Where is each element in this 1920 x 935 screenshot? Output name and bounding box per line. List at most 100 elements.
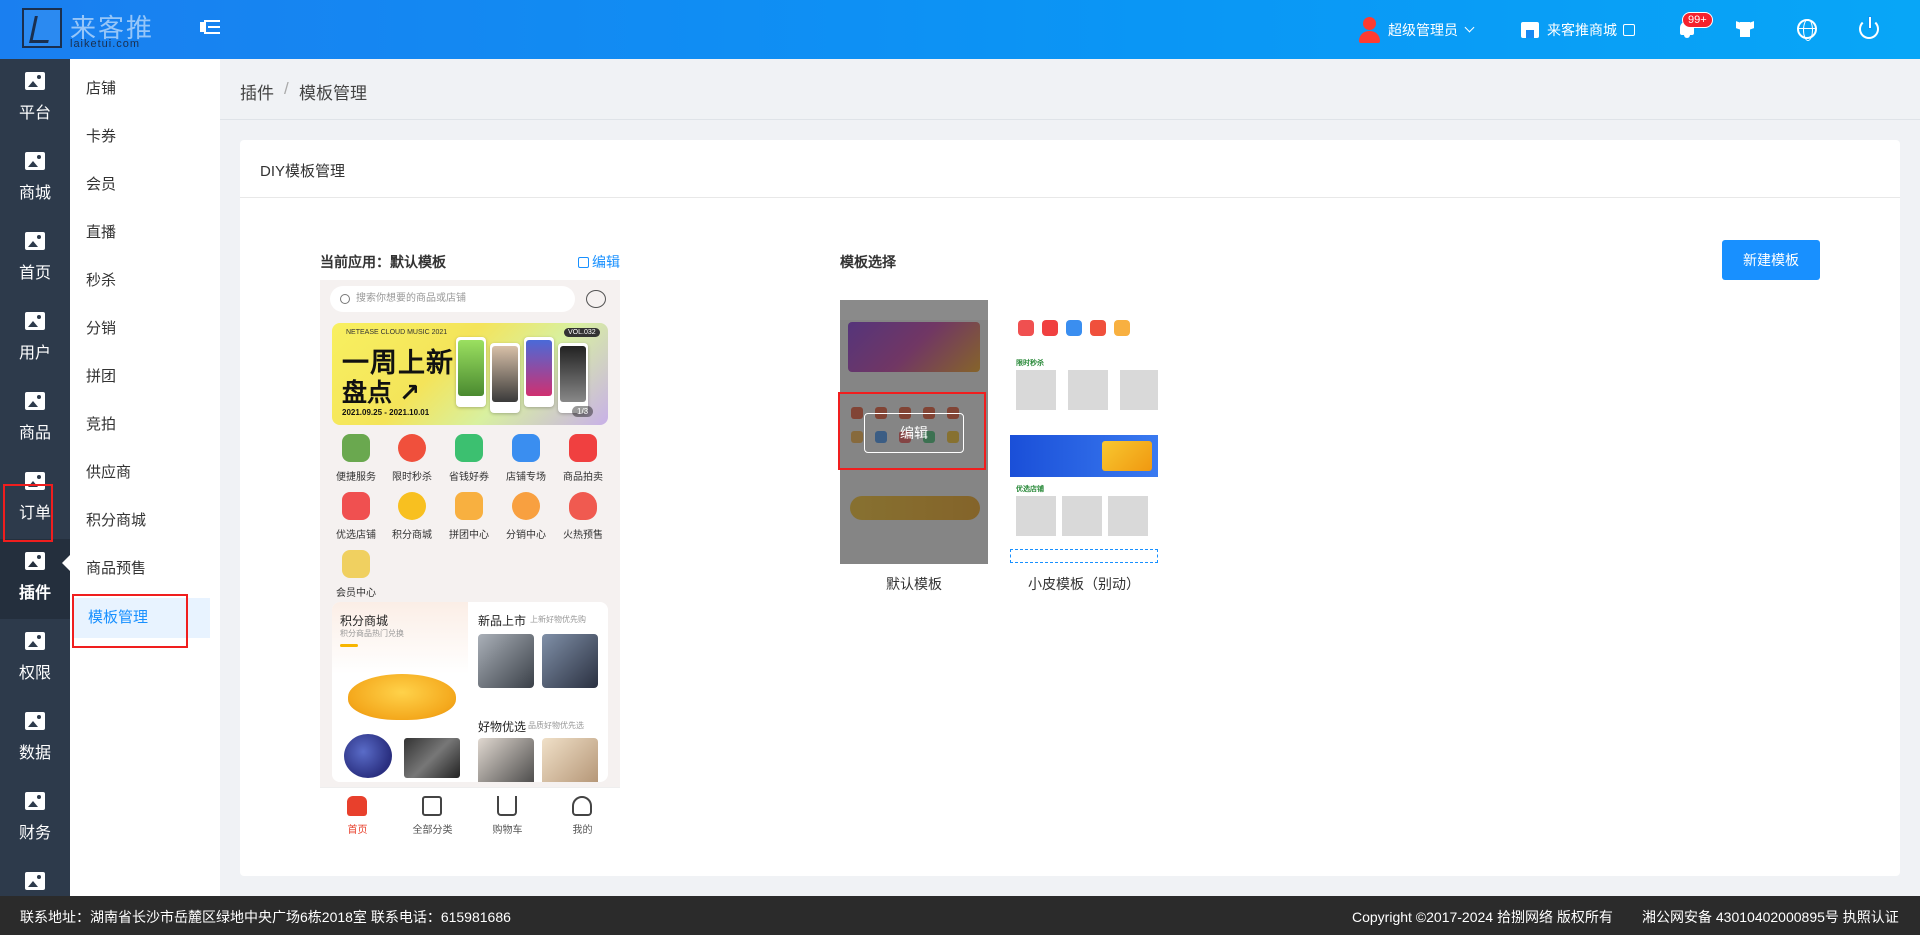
grid-label: 店铺专场 <box>506 472 546 483</box>
thumb-image-placeholder <box>1062 496 1102 536</box>
sub-item-distribution[interactable]: 分销 <box>70 309 210 349</box>
preview-banner: NETEASE CLOUD MUSIC 2021 VOL.032 一周上新 盘点… <box>332 323 608 425</box>
grid-item: 商品拍卖 <box>555 434 611 492</box>
product-thumb <box>542 738 598 782</box>
active-nav-highlight <box>3 484 53 542</box>
preview-promo-block: 积分商城 积分商品热门兑换 新品上市 上新好物优先购 好物优选 品质好物优先选 <box>332 602 608 782</box>
tab-label: 首页 <box>347 825 368 836</box>
nav-label: 数据 <box>18 745 51 762</box>
banner-date: 2021.09.25 - 2021.10.01 <box>342 408 430 417</box>
image-icon <box>25 792 45 810</box>
sub-item-store[interactable]: 店铺 <box>70 69 210 109</box>
nav-item-finance[interactable]: 财务 <box>0 779 70 859</box>
breadcrumb-parent[interactable]: 插件 <box>240 79 274 104</box>
grid-item: 积分商城 <box>384 492 440 550</box>
image-icon <box>25 632 45 650</box>
grid-item: 省钱好券 <box>441 434 497 492</box>
tab-categories: 全部分类 <box>395 788 470 840</box>
template-xiaopi-thumb[interactable]: 限时秒杀 优选店铺 <box>1010 300 1158 564</box>
thumb-image-placeholder <box>1120 370 1158 410</box>
footer-address: 联系地址：湖南省长沙市岳麓区绿地中央广场6栋2018室 联系电话：6159816… <box>20 909 511 925</box>
logo[interactable]: 来客推 laiketui.com <box>22 8 172 52</box>
nav-label: 商品 <box>18 425 51 442</box>
user-name: 超级管理员 <box>1388 21 1458 38</box>
template-select-label: 模板选择 <box>840 254 896 270</box>
edit-current-button[interactable]: 编辑 <box>578 252 620 272</box>
sub-item-supplier[interactable]: 供应商 <box>70 453 210 493</box>
sub-item-points-mall[interactable]: 积分商城 <box>70 501 210 541</box>
sub-sidebar: 店铺 卡券 会员 直播 秒杀 分销 拼团 竞拍 供应商 积分商城 商品预售 模板… <box>70 59 220 896</box>
footer-copyright: Copyright ©2017-2024 拾捌网络 版权所有 <box>1352 909 1613 925</box>
group-buy-icon <box>455 492 483 520</box>
edit-button-highlight <box>838 392 986 470</box>
tab-cart: 购物车 <box>470 788 545 840</box>
breadcrumb-separator: / <box>284 79 289 98</box>
sub-item-live[interactable]: 直播 <box>70 213 210 253</box>
tab-label: 全部分类 <box>412 825 453 836</box>
sub-item-auction[interactable]: 竞拍 <box>70 405 210 445</box>
shop-link-label: 来客推商城 <box>1547 21 1617 38</box>
thumb-image-placeholder <box>1068 370 1108 410</box>
sub-item-group-buy[interactable]: 拼团 <box>70 357 210 397</box>
grid-item: 优选店铺 <box>328 492 384 550</box>
nav-item-products[interactable]: 商品 <box>0 379 70 459</box>
nav-item-more[interactable] <box>0 859 70 896</box>
new-template-button[interactable]: 新建模板 <box>1722 240 1820 280</box>
shop-icon <box>1521 21 1539 38</box>
grid-label: 限时秒杀 <box>392 472 432 483</box>
coupon-icon <box>455 434 483 462</box>
grid-item: 店铺专场 <box>498 434 554 492</box>
thumb-tab-bar <box>1010 549 1158 563</box>
user-menu[interactable]: 超级管理员 <box>1358 0 1475 59</box>
logo-domain: laiketui.com <box>70 38 141 50</box>
image-icon <box>25 552 45 570</box>
nav-item-permissions[interactable]: 权限 <box>0 619 70 699</box>
nav-item-data[interactable]: 数据 <box>0 699 70 779</box>
template-default-label: 默认模板 <box>886 576 942 592</box>
thumb-image-placeholder <box>1016 370 1056 410</box>
shop-icon <box>342 492 370 520</box>
active-submenu-highlight <box>72 594 188 648</box>
nav-item-users[interactable]: 用户 <box>0 299 70 379</box>
language-globe-icon[interactable] <box>1797 19 1817 41</box>
toy-image <box>404 738 460 778</box>
sub-item-presale[interactable]: 商品预售 <box>70 549 210 589</box>
grid-item: 拼团中心 <box>441 492 497 550</box>
nav-item-plugins[interactable]: 插件 <box>0 539 70 619</box>
banner-photo <box>558 343 588 413</box>
logo-mark-icon <box>22 8 62 48</box>
nav-item-home[interactable]: 首页 <box>0 219 70 299</box>
tab-home: 首页 <box>320 788 395 840</box>
collapse-menu-icon[interactable] <box>200 18 222 38</box>
footer-icp[interactable]: 湘公网安备 43010402000895号 执照认证 <box>1642 907 1899 927</box>
grid-label: 便捷服务 <box>336 472 376 483</box>
image-icon <box>25 712 45 730</box>
banner-subheadline: 盘点 ↗ <box>342 379 420 407</box>
thumb-icon <box>1114 320 1130 336</box>
logout-power-icon[interactable] <box>1859 16 1879 39</box>
external-link-icon <box>1623 23 1635 36</box>
auction-icon <box>569 434 597 462</box>
shop-link[interactable]: 来客推商城 <box>1521 0 1635 59</box>
new-arrivals-subtitle: 上新好物优先购 <box>530 615 586 624</box>
nav-label: 商城 <box>18 185 51 202</box>
grid-label: 分销中心 <box>506 530 546 541</box>
points-icon <box>398 492 426 520</box>
card-header: DIY模板管理 <box>240 140 1900 198</box>
theme-shirt-icon[interactable] <box>1736 20 1754 37</box>
banner-photo <box>490 343 520 413</box>
grid-label: 优选店铺 <box>336 530 376 541</box>
sub-item-coupons[interactable]: 卡券 <box>70 117 210 157</box>
store-icon <box>512 434 540 462</box>
message-icon <box>586 290 606 308</box>
nav-label: 平台 <box>18 105 51 122</box>
nav-item-platform[interactable]: 平台 <box>0 59 70 139</box>
thumb-image-placeholder <box>1016 496 1056 536</box>
nav-label: 首页 <box>18 265 51 282</box>
sub-item-members[interactable]: 会员 <box>70 165 210 205</box>
grid-icon <box>422 796 442 816</box>
nav-item-mall[interactable]: 商城 <box>0 139 70 219</box>
sub-item-flash-sale[interactable]: 秒杀 <box>70 261 210 301</box>
member-icon <box>342 550 370 578</box>
tab-label: 购物车 <box>492 825 523 836</box>
